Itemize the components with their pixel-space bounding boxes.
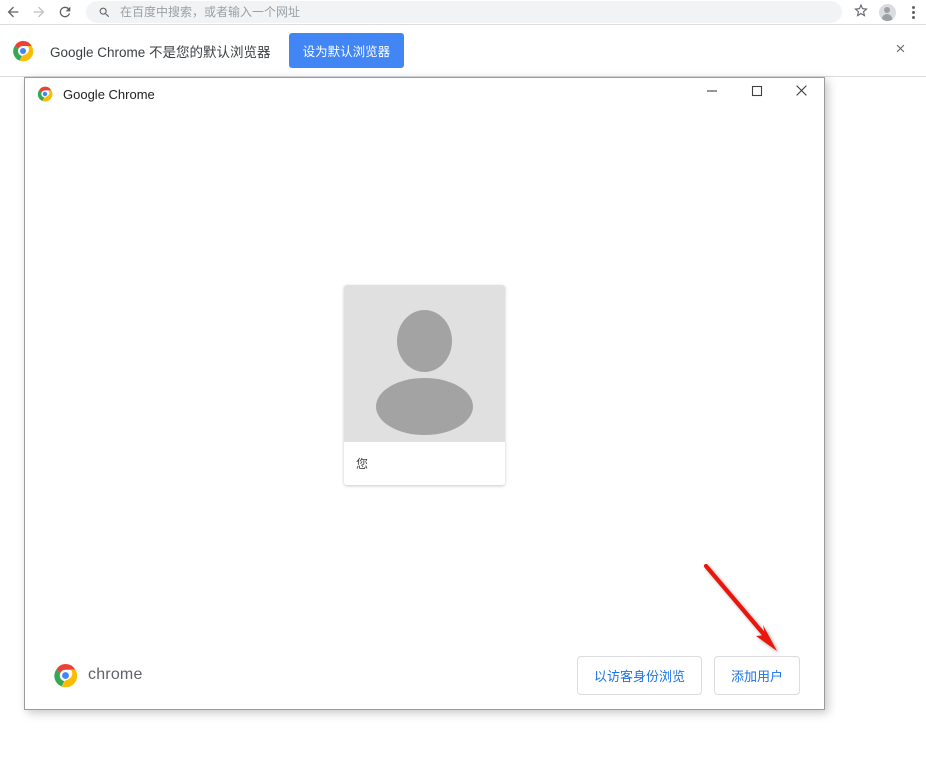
chrome-logo-icon	[12, 40, 34, 62]
avatar-body-shape	[376, 378, 473, 435]
forward-arrow-icon	[31, 4, 47, 20]
footer-actions: 以访客身份浏览 添加用户	[576, 655, 800, 695]
kebab-menu-icon	[911, 5, 915, 9]
add-user-button[interactable]: 添加用户	[713, 655, 800, 695]
profile-card[interactable]: 您	[344, 285, 505, 485]
kebab-menu-icon-dot3	[911, 15, 915, 19]
chrome-menu-button[interactable]	[900, 0, 926, 24]
infobar-close-button[interactable]	[888, 39, 912, 63]
close-icon	[795, 84, 808, 102]
window-controls	[689, 78, 824, 110]
chrome-logo-icon	[37, 86, 53, 102]
default-browser-infobar: Google Chrome 不是您的默认浏览器 设为默认浏览器	[0, 24, 926, 77]
maximize-icon	[751, 84, 763, 102]
browser-toolbar: 在百度中搜索，或者输入一个网址	[0, 0, 926, 24]
back-arrow-icon	[5, 4, 21, 20]
window-minimize-button[interactable]	[689, 78, 734, 108]
profile-button[interactable]	[874, 0, 900, 24]
chrome-brand: chrome	[53, 663, 143, 688]
infobar-message: Google Chrome 不是您的默认浏览器	[50, 44, 271, 60]
omnibox-placeholder: 在百度中搜索，或者输入一个网址	[120, 5, 301, 19]
profile-picker-body: 您 chrome 以访客身份浏览 添加用户	[25, 110, 824, 710]
reload-button[interactable]	[52, 0, 78, 24]
kebab-menu-icon-dot2	[911, 10, 915, 14]
back-button[interactable]	[0, 0, 26, 24]
window-close-button[interactable]	[779, 78, 824, 108]
chrome-wordmark: chrome	[88, 666, 143, 683]
forward-button[interactable]	[26, 0, 52, 24]
avatar-head-shape	[397, 310, 452, 372]
search-icon	[98, 6, 111, 19]
bookmark-button[interactable]	[848, 0, 874, 24]
window-titlebar[interactable]: Google Chrome	[25, 78, 824, 110]
profile-avatar-icon	[878, 3, 896, 21]
browse-as-guest-button[interactable]: 以访客身份浏览	[576, 655, 702, 695]
close-icon	[894, 42, 907, 60]
window-title: Google Chrome	[63, 86, 155, 102]
profile-picker-window: Google Chrome 您 chrome 以访客身份浏览 添加用户	[24, 77, 825, 710]
set-default-browser-button[interactable]: 设为默认浏览器	[288, 33, 405, 68]
picker-footer: chrome 以访客身份浏览 添加用户	[25, 640, 824, 710]
star-icon	[853, 2, 869, 23]
profile-name: 您	[344, 442, 505, 485]
omnibox[interactable]: 在百度中搜索，或者输入一个网址	[86, 1, 842, 23]
window-maximize-button[interactable]	[734, 78, 779, 108]
reload-icon	[57, 4, 73, 20]
minimize-icon	[706, 84, 718, 102]
chrome-logo-icon	[53, 663, 78, 688]
generic-person-avatar-icon	[344, 285, 505, 442]
